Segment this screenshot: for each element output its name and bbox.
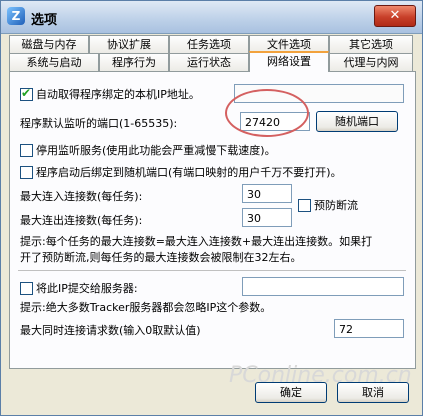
disable-listen-label: 停用监听服务(使用此功能会严重减慢下载速度)。 <box>36 144 276 157</box>
submit-ip-checkbox[interactable] <box>20 282 33 295</box>
close-button[interactable]: ✕ <box>374 5 416 27</box>
bind-random-checkbox[interactable] <box>20 166 33 179</box>
max-requests-input[interactable]: 72 <box>334 319 404 338</box>
network-settings-panel: ✔ 自动取得程序绑定的本机IP地址。 程序默认监听的端口(1-65535): 2… <box>9 71 416 369</box>
tab-task-options[interactable]: 任务选项 <box>169 35 249 53</box>
tracker-hint: 提示:绝大多数Tracker服务器都会忽略IP这个参数。 <box>20 301 272 314</box>
connection-hint-line1: 提示:每个任务的最大连接数=最大连入连接数+最大连出连接数。如果打 <box>20 235 373 248</box>
title-bar[interactable]: Z 选项 ✕ <box>1 1 422 34</box>
cancel-button[interactable]: 取消 <box>337 382 409 403</box>
max-out-label: 最大连出连接数(每任务): <box>20 214 143 227</box>
tab-disk-memory[interactable]: 磁盘与内存 <box>9 35 89 53</box>
tab-proxy-lan[interactable]: 代理与内网 <box>329 53 413 71</box>
connection-hint-line2: 开了预防断流,则每任务的最大连接数会被限制在32左右。 <box>20 251 302 264</box>
tab-network-settings[interactable]: 网络设置 <box>249 51 329 72</box>
submit-ip-label: 将此IP提交给服务器: <box>36 282 138 295</box>
max-in-label: 最大连入连接数(每任务): <box>20 190 143 203</box>
tab-other-options[interactable]: 其它选项 <box>329 35 413 53</box>
annotation-circle <box>225 89 309 137</box>
tab-behavior[interactable]: 程序行为 <box>99 53 169 71</box>
max-requests-label: 最大同时连接请求数(输入0取默认值) <box>20 324 201 337</box>
tab-system-startup[interactable]: 系统与启动 <box>9 53 99 71</box>
section-divider <box>18 270 406 271</box>
options-dialog: Z 选项 ✕ 磁盘与内存 协议扩展 任务选项 文件选项 其它选项 系统与启动 程… <box>0 0 423 416</box>
max-in-input[interactable]: 30 <box>242 184 292 203</box>
disable-listen-checkbox[interactable] <box>20 144 33 157</box>
submit-ip-input[interactable] <box>242 277 404 296</box>
ok-button[interactable]: 确定 <box>255 382 327 403</box>
tab-run-status[interactable]: 运行状态 <box>169 53 249 71</box>
tab-protocol[interactable]: 协议扩展 <box>89 35 169 53</box>
prevent-drop-label: 预防断流 <box>314 199 358 212</box>
port-label: 程序默认监听的端口(1-65535): <box>20 117 178 130</box>
random-port-button[interactable]: 随机端口 <box>316 111 398 132</box>
prevent-drop-checkbox[interactable] <box>298 199 311 212</box>
checkmark-icon: ✔ <box>21 86 32 100</box>
bind-random-label: 程序启动后绑定到随机端口(有端口映射的用户千万不要打开)。 <box>36 166 342 179</box>
auto-ip-checkbox[interactable]: ✔ <box>20 86 33 101</box>
tab-row-2: 系统与启动 程序行为 运行状态 网络设置 代理与内网 <box>9 51 414 72</box>
tab-row-1: 磁盘与内存 协议扩展 任务选项 文件选项 其它选项 <box>9 35 414 53</box>
app-icon: Z <box>7 7 25 25</box>
window-title: 选项 <box>31 13 58 28</box>
max-out-input[interactable]: 30 <box>242 208 292 227</box>
auto-ip-label: 自动取得程序绑定的本机IP地址。 <box>36 88 200 101</box>
